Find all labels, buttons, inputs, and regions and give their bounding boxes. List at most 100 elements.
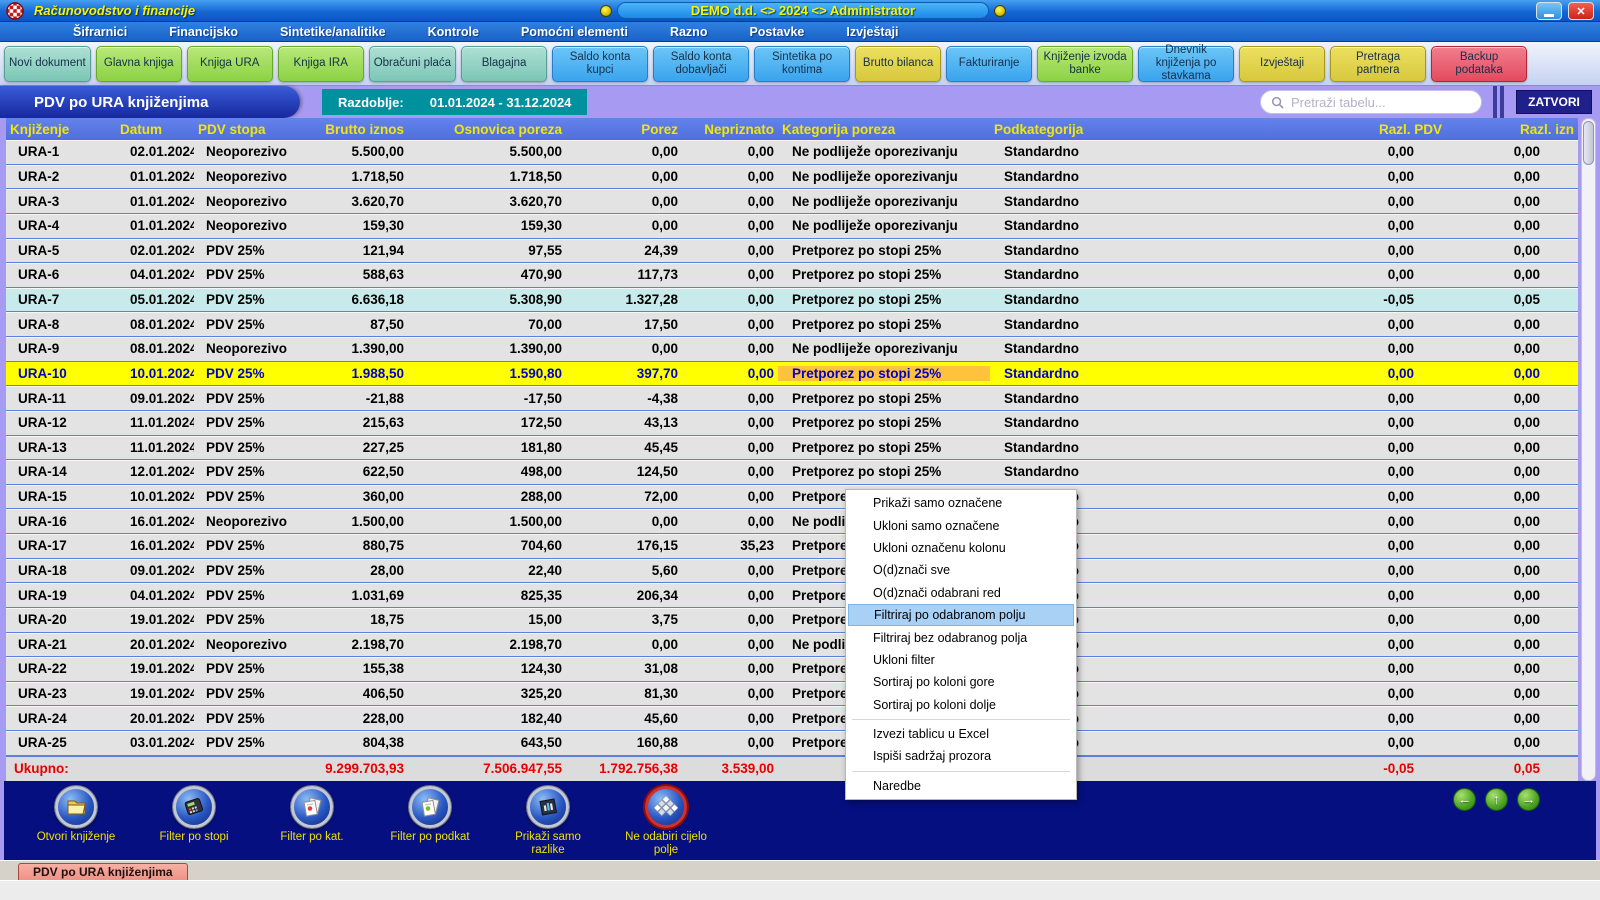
table-cell[interactable]: Pretporez po stopi 25% [778,366,990,381]
action-button-filter-po-podkat[interactable]: Filter po podkat [380,781,480,860]
table-row-ura-14[interactable]: URA-1412.01.2024PDV 25%622,50498,00124,5… [6,460,1578,485]
table-cell[interactable]: 0,00 [682,464,778,479]
close-report-button[interactable]: ZATVORI [1516,90,1592,114]
table-cell[interactable]: PDV 25% [194,735,296,750]
table-cell[interactable]: URA-18 [6,563,116,578]
table-cell[interactable]: URA-8 [6,317,116,332]
table-cell[interactable]: 0,00 [682,366,778,381]
table-cell[interactable]: -21,88 [296,391,408,406]
table-cell[interactable]: URA-25 [6,735,116,750]
table-cell[interactable]: 0,00 [1306,686,1446,701]
table-cell[interactable]: 0,00 [1446,489,1578,504]
table-cell[interactable]: Standardno [990,218,1306,233]
menu-item-financijsko[interactable]: Financijsko [148,25,259,39]
table-cell[interactable]: Standardno [990,464,1306,479]
search-input[interactable] [1291,95,1461,110]
menu-item-sintetike-analitike[interactable]: Sintetike/analitike [259,25,407,39]
menu-item-postavke[interactable]: Postavke [728,25,825,39]
table-cell[interactable]: 124,50 [566,464,682,479]
table-row-ura-2[interactable]: URA-201.01.2024Neoporezivo1.718,501.718,… [6,165,1578,190]
table-cell[interactable]: 0,00 [1306,637,1446,652]
table-cell[interactable]: -17,50 [408,391,566,406]
vertical-scrollbar[interactable] [1581,118,1596,781]
table-cell[interactable]: 0,00 [1446,588,1578,603]
toolbar-button-obra-uni-pla-a[interactable]: Obračuni plaća [369,46,456,82]
table-cell[interactable]: 3.620,70 [296,194,408,209]
table-row-ura-11[interactable]: URA-1109.01.2024PDV 25%-21,88-17,50-4,38… [6,386,1578,411]
context-menu-item-izvezi-tablicu-u-excel[interactable]: Izvezi tablicu u Excel [846,723,1076,745]
table-cell[interactable]: URA-16 [6,514,116,529]
table-cell[interactable]: URA-4 [6,218,116,233]
table-row-ura-22[interactable]: URA-2219.01.2024PDV 25%155,38124,3031,08… [6,657,1578,682]
table-cell[interactable]: 0,00 [1306,366,1446,381]
table-row-ura-13[interactable]: URA-1311.01.2024PDV 25%227,25181,8045,45… [6,436,1578,461]
table-cell[interactable]: 206,34 [566,588,682,603]
table-cell[interactable]: 228,00 [296,711,408,726]
table-cell[interactable]: 0,00 [1446,440,1578,455]
table-cell[interactable]: 176,15 [566,538,682,553]
table-cell[interactable]: 0,00 [1306,440,1446,455]
toolbar-button-brutto-bilanca[interactable]: Brutto bilanca [855,46,941,82]
table-cell[interactable]: 3,75 [566,612,682,627]
table-cell[interactable]: URA-3 [6,194,116,209]
table-cell[interactable]: URA-1 [6,144,116,159]
table-cell[interactable]: 1.390,00 [408,341,566,356]
toolbar-button-novi-dokument[interactable]: Novi dokument [4,46,91,82]
table-cell[interactable]: Ne podliježe oporezivanju [778,144,990,159]
context-menu-item-o-d-zna-i-odabrani-red[interactable]: O(d)znači odabrani red [846,582,1076,604]
table-cell[interactable]: 1.500,00 [408,514,566,529]
table-cell[interactable]: 0,00 [1306,612,1446,627]
table-cell[interactable]: 0,00 [566,194,682,209]
table-cell[interactable]: 18,75 [296,612,408,627]
table-cell[interactable]: 0,00 [1446,317,1578,332]
table-cell[interactable]: Standardno [990,194,1306,209]
table-cell[interactable]: Neoporezivo [194,169,296,184]
table-cell[interactable]: 0,00 [1446,661,1578,676]
table-cell[interactable]: 97,55 [408,243,566,258]
close-button[interactable]: ✕ [1568,2,1594,20]
table-cell[interactable]: 588,63 [296,267,408,282]
column-header-porez[interactable]: Porez [566,122,682,137]
toolbar-button-backup-podataka[interactable]: Backup podataka [1431,46,1527,82]
session-dot-right-icon[interactable] [994,5,1006,17]
table-cell[interactable]: PDV 25% [194,686,296,701]
menu-item-razno[interactable]: Razno [649,25,729,39]
table-cell[interactable]: 470,90 [408,267,566,282]
context-menu-item-ukloni-filter[interactable]: Ukloni filter [846,649,1076,671]
table-cell[interactable]: Ne podliježe oporezivanju [778,218,990,233]
table-cell[interactable]: 04.01.2024 [116,588,194,603]
column-header-podkategorija[interactable]: Podkategorija [990,122,1306,137]
table-cell[interactable]: 0,00 [682,391,778,406]
toolbar-button-knjiga-ura[interactable]: Knjiga URA [187,46,273,82]
table-cell[interactable]: 2.198,70 [408,637,566,652]
table-cell[interactable]: 0,00 [682,489,778,504]
table-cell[interactable]: Pretporez po stopi 25% [778,243,990,258]
table-cell[interactable]: 0,00 [682,440,778,455]
table-row-ura-15[interactable]: URA-1510.01.2024PDV 25%360,00288,0072,00… [6,485,1578,510]
table-cell[interactable]: PDV 25% [194,489,296,504]
table-cell[interactable]: URA-15 [6,489,116,504]
table-cell[interactable]: 0,00 [1446,538,1578,553]
table-cell[interactable]: 02.01.2024 [116,144,194,159]
table-cell[interactable]: 0,00 [1306,514,1446,529]
table-cell[interactable]: 0,00 [1446,415,1578,430]
table-cell[interactable]: 72,00 [566,489,682,504]
table-cell[interactable]: 16.01.2024 [116,514,194,529]
context-menu-item-ukloni-samo-ozna-ene[interactable]: Ukloni samo označene [846,514,1076,536]
table-cell[interactable]: PDV 25% [194,711,296,726]
table-cell[interactable]: 0,00 [1446,243,1578,258]
table-cell[interactable]: 24,39 [566,243,682,258]
table-cell[interactable]: 0,00 [1446,391,1578,406]
table-cell[interactable]: Pretporez po stopi 25% [778,440,990,455]
table-cell[interactable]: 31,08 [566,661,682,676]
table-cell[interactable]: 0,00 [1306,735,1446,750]
table-row-ura-25[interactable]: URA-2503.01.2024PDV 25%804,38643,50160,8… [6,731,1578,756]
table-cell[interactable]: 0,00 [1446,612,1578,627]
table-cell[interactable]: PDV 25% [194,317,296,332]
table-cell[interactable]: Standardno [990,169,1306,184]
table-cell[interactable]: Pretporez po stopi 25% [778,317,990,332]
table-cell[interactable]: 160,88 [566,735,682,750]
table-cell[interactable]: 17,50 [566,317,682,332]
table-cell[interactable]: Neoporezivo [194,637,296,652]
table-cell[interactable]: 880,75 [296,538,408,553]
